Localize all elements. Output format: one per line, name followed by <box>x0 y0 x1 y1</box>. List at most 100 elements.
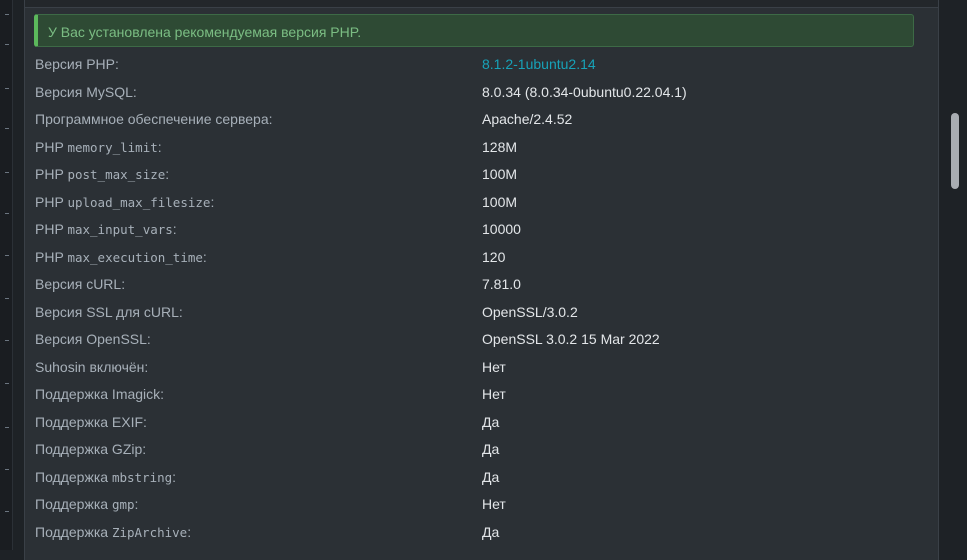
label-text: PHP <box>35 193 68 210</box>
label-setting-name: max_execution_time <box>67 249 203 265</box>
scrollbar-thumb[interactable] <box>951 113 959 189</box>
label-setting-name: mbstring <box>111 469 173 485</box>
info-row-label: Suhosin включён: <box>35 359 148 375</box>
label-suffix: : <box>134 496 139 512</box>
info-row-value: OpenSSL 3.0.2 15 Mar 2022 <box>482 331 660 347</box>
panel-header-edge <box>25 0 938 8</box>
info-row-label: PHP post_max_size: <box>35 166 169 182</box>
info-row-label: PHP upload_max_filesize: <box>35 194 214 210</box>
label-text: PHP <box>35 138 68 155</box>
sidebar-marker <box>5 511 9 512</box>
info-row: Поддержка GZip: Да <box>35 437 925 465</box>
info-row: Поддержка gmp: Нет <box>35 492 925 520</box>
label-text: Версия OpenSSL: <box>35 331 151 347</box>
info-row-label: Программное обеспечение сервера: <box>35 111 273 127</box>
info-row: PHP max_input_vars: 10000 <box>35 217 925 245</box>
label-setting-name: post_max_size <box>67 167 166 182</box>
system-info-panel: У Вас установлена рекомендуемая версия P… <box>24 0 939 560</box>
label-text: Программное обеспечение сервера: <box>35 111 273 127</box>
label-text: Поддержка EXIF: <box>35 413 147 430</box>
label-text: PHP <box>35 248 68 265</box>
info-row-value: 100M <box>482 166 518 182</box>
sidebar-marker <box>5 427 9 428</box>
info-row-label: Версия PHP: <box>35 56 119 72</box>
info-row-value: 128M <box>482 138 518 155</box>
info-row: Поддержка ZipArchive: Да <box>35 520 925 548</box>
label-text: Suhosin включён: <box>35 358 149 375</box>
info-row-label: Версия cURL: <box>35 276 125 292</box>
info-row-label: Версия OpenSSL: <box>35 331 151 347</box>
info-row-value: Нет <box>482 358 506 375</box>
info-row: Suhosin включён: Нет <box>35 355 925 383</box>
label-text: Поддержка <box>35 468 112 485</box>
info-row: PHP max_execution_time: 120 <box>35 245 925 273</box>
label-setting-name: max_input_vars <box>67 222 173 237</box>
info-row-label: Поддержка Imagick: <box>35 386 164 402</box>
info-row: PHP upload_max_filesize: 100M <box>35 190 925 218</box>
label-text: Версия cURL: <box>35 276 126 292</box>
label-setting-name: gmp <box>111 497 135 512</box>
info-row-value: Apache/2.4.52 <box>482 111 573 127</box>
info-row: Версия cURL: 7.81.0 <box>35 272 925 300</box>
info-row: PHP memory_limit: 128M <box>35 135 925 163</box>
info-row-value: Да <box>482 441 500 457</box>
label-suffix: : <box>187 523 192 540</box>
info-row-label: PHP max_execution_time: <box>35 249 207 265</box>
label-text: PHP <box>35 221 68 237</box>
info-row: Программное обеспечение сервера: Apache/2… <box>35 107 925 135</box>
label-suffix: : <box>165 166 170 182</box>
info-row-label: Версия SSL для cURL: <box>35 304 183 320</box>
sidebar-marker <box>5 128 9 129</box>
label-text: Поддержка <box>35 523 112 540</box>
info-row-value: OpenSSL/3.0.2 <box>482 303 578 320</box>
info-row: Версия PHP: 8.1.2-1ubuntu2.14 <box>35 52 925 80</box>
label-text: Поддержка GZip: <box>35 441 147 457</box>
info-row-label: PHP memory_limit: <box>35 139 162 155</box>
info-row-value-link[interactable]: 8.1.2-1ubuntu2.14 <box>482 56 596 72</box>
info-row-value: 7.81.0 <box>482 276 521 292</box>
php-version-alert: У Вас установлена рекомендуемая версия P… <box>34 14 914 47</box>
info-row-label: Поддержка GZip: <box>35 441 146 457</box>
info-row: Версия SSL для cURL: OpenSSL/3.0.2 <box>35 300 925 328</box>
label-setting-name: upload_max_filesize <box>67 194 211 210</box>
label-setting-name: ZipArchive <box>111 524 188 540</box>
label-suffix: : <box>172 221 177 237</box>
info-row: Поддержка mbstring: Да <box>35 465 925 493</box>
label-text: Версия MySQL: <box>35 83 137 100</box>
page-scrollbar[interactable] <box>947 0 967 550</box>
sidebar-marker <box>5 172 9 173</box>
info-row-label: PHP max_input_vars: <box>35 221 177 237</box>
sidebar-marker <box>5 14 9 15</box>
label-suffix: : <box>172 468 177 485</box>
left-sidebar-edge <box>0 0 13 550</box>
sidebar-marker <box>5 469 9 470</box>
info-row: Версия MySQL: 8.0.34 (8.0.34-0ubuntu0.22.… <box>35 80 925 108</box>
info-row-value: 10000 <box>482 221 521 237</box>
info-row-value: 100M <box>482 193 518 210</box>
info-row: Поддержка Imagick: Нет <box>35 382 925 410</box>
label-suffix: : <box>157 138 162 155</box>
label-text: Поддержка Imagick: <box>35 386 165 402</box>
info-row-value: Да <box>482 523 500 540</box>
info-row-value: 8.0.34 (8.0.34-0ubuntu0.22.04.1) <box>482 83 687 100</box>
info-row-label: Поддержка mbstring: <box>35 469 176 485</box>
sidebar-marker <box>5 298 9 299</box>
label-suffix: : <box>202 248 207 265</box>
sidebar-marker <box>5 255 9 256</box>
info-row-value: Да <box>482 468 500 485</box>
info-row-value: Да <box>482 413 500 430</box>
info-row: Версия OpenSSL: OpenSSL 3.0.2 15 Mar 2022 <box>35 327 925 355</box>
sidebar-marker <box>5 383 9 384</box>
label-suffix: : <box>210 193 215 210</box>
alert-message: У Вас установлена рекомендуемая версия P… <box>48 24 362 40</box>
sidebar-marker <box>5 213 9 214</box>
info-row-value: Нет <box>482 496 506 512</box>
info-row-label: Версия MySQL: <box>35 84 137 100</box>
label-text: Версия SSL для cURL: <box>35 303 183 320</box>
info-row: PHP post_max_size: 100M <box>35 162 925 190</box>
sidebar-marker <box>5 340 9 341</box>
label-text: Версия PHP: <box>35 56 119 72</box>
info-row-label: Поддержка gmp: <box>35 496 138 512</box>
info-row-value: 120 <box>482 248 506 265</box>
info-row-label: Поддержка ZipArchive: <box>35 524 191 540</box>
